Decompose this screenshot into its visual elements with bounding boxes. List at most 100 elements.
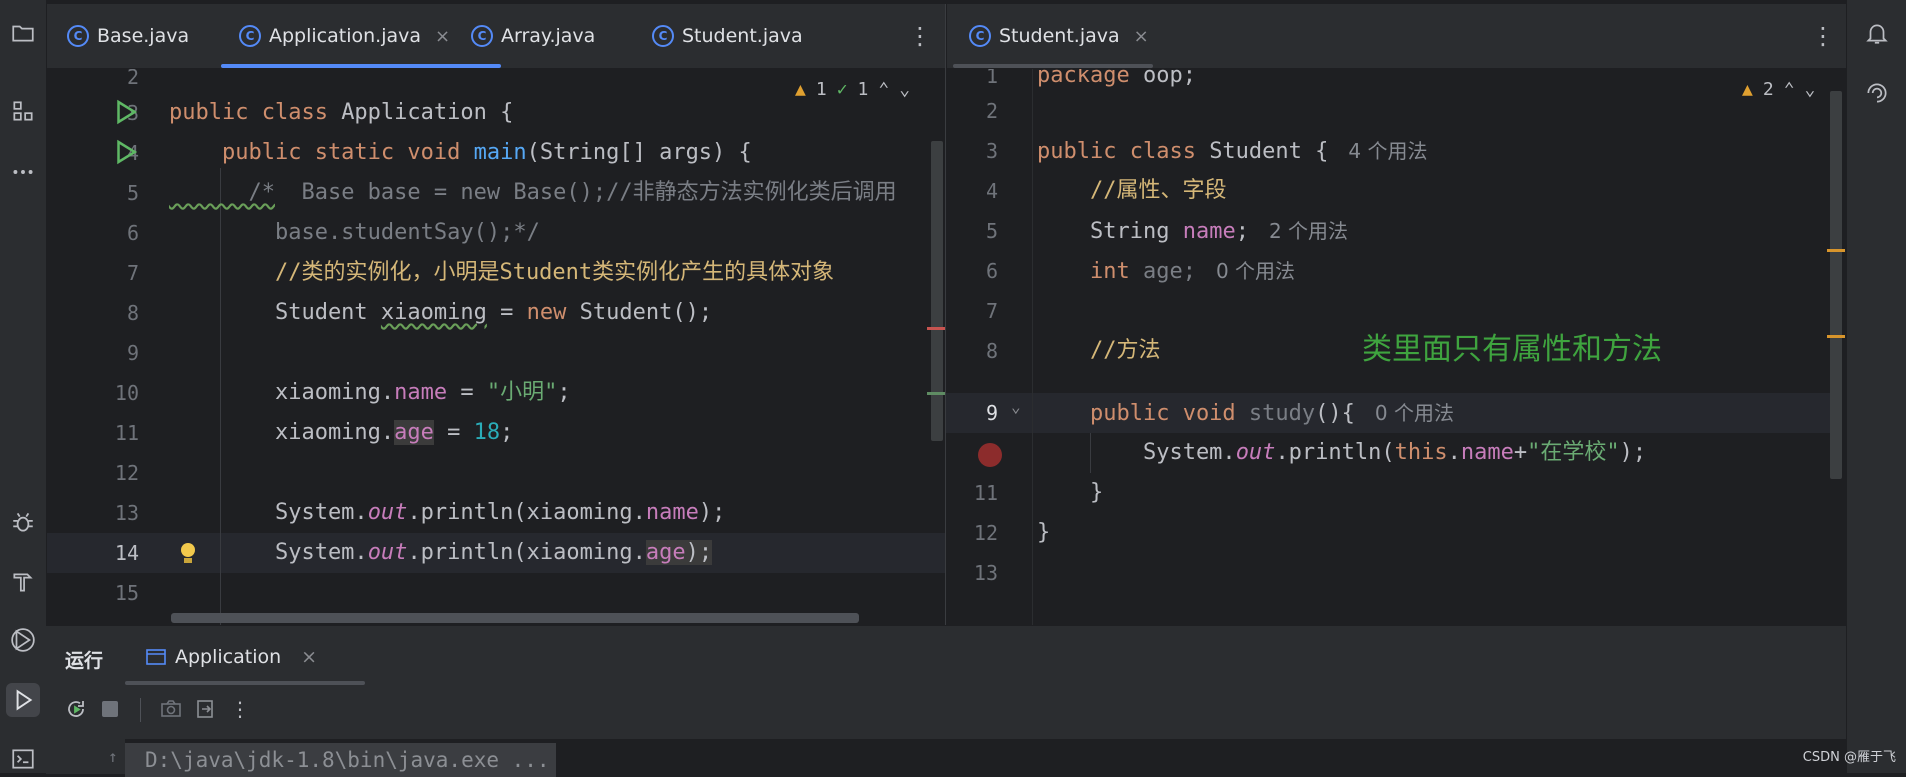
camera-icon[interactable] [158,696,184,722]
rerun-icon[interactable] [63,696,89,722]
inspection-widget[interactable]: ▲ 2 ⌃ ⌄ [1742,79,1815,100]
project-folder-icon[interactable] [6,16,40,50]
error-stripe-mark[interactable] [927,327,945,330]
variable-name: xiaoming [380,300,487,325]
tab-student-java-right[interactable]: C Student.java × [969,4,1149,68]
code-line-9: public void study(){0 个用法 [1037,393,1454,433]
code-text: = [447,380,487,405]
left-tab-bar: C Base.java C Application.java × C Array… [47,4,945,69]
chevron-down-icon[interactable]: ⌄ [899,79,910,100]
close-tab-icon[interactable]: × [1134,26,1149,47]
active-tab-indicator [953,64,1153,68]
code-line-8: Student xiaoming = new Student(); [169,293,712,333]
run-config-tab[interactable]: Application × [145,640,317,674]
static-field: out [1235,440,1276,465]
tab-label: Base.java [97,25,190,47]
comment-start: /* [169,180,275,205]
field-name: name [1182,219,1236,244]
left-code-editor[interactable]: ▲ 1 ✓ 1 ⌃ ⌄ 2 3 4 5 6 7 8 9 10 11 12 13 … [47,69,945,625]
usage-hint[interactable]: 4 个用法 [1348,139,1427,163]
tab-student-java[interactable]: C Student.java [652,4,803,68]
tab-more-icon[interactable]: ⋮ [1811,22,1835,50]
tab-more-icon[interactable]: ⋮ [908,22,932,50]
usage-hint[interactable]: 0 个用法 [1375,401,1454,425]
ai-assistant-icon[interactable] [1860,76,1894,110]
debug-bug-icon[interactable] [6,505,40,539]
run-panel-title: 运行 [65,650,104,672]
stop-icon[interactable] [97,696,123,722]
code-text: ); [698,500,726,525]
warning-stripe-mark[interactable] [1827,335,1845,338]
services-icon[interactable] [6,623,40,657]
chevron-down-icon[interactable]: ⌄ [1805,79,1816,100]
string-literal: "小明" [486,380,558,405]
code-text: Application { [341,100,514,125]
terminal-icon[interactable] [6,742,40,776]
more-tools-icon[interactable] [6,155,40,189]
breakpoint-icon[interactable] [978,443,1002,467]
vertical-scrollbar[interactable] [1830,91,1842,479]
field-name: name [645,500,699,525]
active-tab-indicator [125,681,365,685]
right-code-editor[interactable]: ▲ 2 ⌃ ⌄ 1 2 3 4 5 6 7 8 9 11 12 13 ⌄ pac… [946,69,1845,625]
code-text: xiaoming. [526,540,646,565]
code-text: System. [169,540,368,565]
tab-base-java[interactable]: C Base.java [67,4,189,68]
code-text: ; [500,420,514,445]
chevron-up-icon[interactable]: ⌃ [1784,79,1795,100]
more-options-icon[interactable]: ⋮ [227,696,253,722]
line-number: 8 [126,301,139,325]
number-literal: 18 [473,420,501,445]
code-text: oop; [1129,69,1196,88]
warning-stripe-mark[interactable] [1827,249,1845,252]
console-output[interactable]: ↑ D:\java\jdk-1.8\bin\java.exe ... [108,739,1846,777]
usage-hint[interactable]: 0 个用法 [1216,259,1295,283]
tab-array-java[interactable]: C Array.java [471,4,595,68]
warning-icon: ▲ [1742,79,1753,100]
usage-hint[interactable]: 2 个用法 [1269,219,1348,243]
weak-warning-icon: ✓ [836,79,848,100]
build-hammer-icon[interactable] [6,565,40,599]
line-number: 7 [126,261,139,285]
code-text: String [1037,219,1183,244]
chevron-up-icon[interactable]: ⌃ [878,79,889,100]
close-tab-icon[interactable]: × [435,26,450,47]
code-text: ); [1619,440,1647,465]
line-number: 10 [114,381,139,405]
warning-stripe-mark[interactable] [927,392,945,395]
close-tab-icon[interactable]: × [301,646,317,668]
code-line-6: base.studentSay();*/ [169,220,540,245]
window-icon [146,649,166,665]
right-tab-bar: C Student.java × ⋮ [946,4,1846,69]
keyword: public void [1037,401,1249,426]
unused-method-name: study [1248,401,1316,426]
inspection-widget[interactable]: ▲ 1 ✓ 1 ⌃ ⌄ [795,79,910,100]
keyword: public class [1037,139,1210,164]
scroll-up-arrow-icon[interactable]: ↑ [108,747,118,766]
run-main-icon[interactable] [111,137,141,167]
run-class-icon[interactable] [111,97,141,127]
notifications-bell-icon[interactable] [1860,16,1894,50]
tab-label: Application.java [269,25,422,47]
line-number: 12 [114,461,139,485]
vertical-scrollbar[interactable] [931,141,943,441]
static-field: out [367,500,408,525]
horizontal-scrollbar[interactable] [171,613,859,623]
warning-icon: ▲ [795,79,806,100]
class-icon: C [67,25,89,47]
structure-icon[interactable] [6,94,40,128]
line-number: 6 [126,221,139,245]
line-number: 13 [973,561,998,585]
code-line-10: System.out.println(this.name+"在学校"); [1037,433,1646,473]
tab-application-java[interactable]: C Application.java × [239,4,450,68]
run-icon[interactable] [6,683,40,717]
code-line-5: /* Base base = new Base();//非静态方法实例化类后调用 [169,173,896,213]
code-line-1: package oop; [1037,69,1196,96]
class-icon: C [969,25,991,47]
fold-chevron-icon[interactable]: ⌄ [1011,397,1021,416]
line-number: 5 [985,219,998,243]
code-text: ; [1235,219,1249,244]
exit-icon[interactable] [192,696,218,722]
code-text: Student [169,300,381,325]
toolbar-divider [140,698,141,722]
